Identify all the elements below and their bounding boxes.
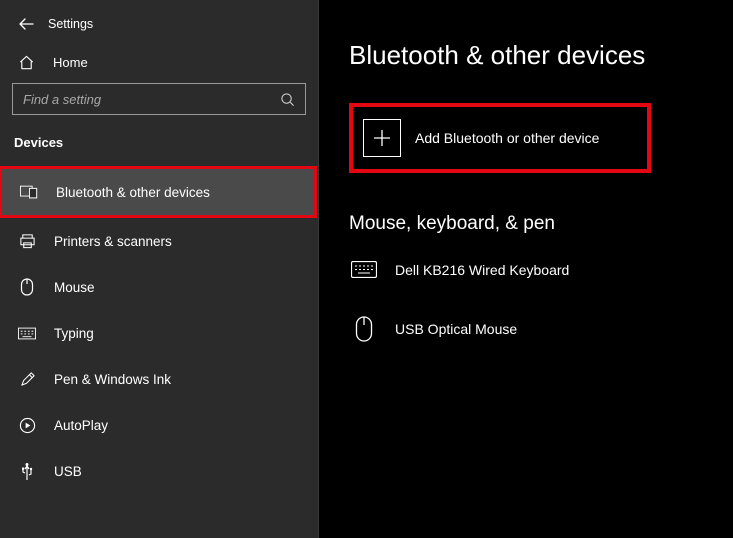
autoplay-icon xyxy=(18,417,36,434)
arrow-left-icon xyxy=(18,16,34,32)
sidebar: Settings Home Devices Bluetooth & other … xyxy=(0,0,319,538)
sidebar-header: Settings xyxy=(0,0,318,42)
back-button[interactable] xyxy=(18,16,34,32)
highlight-annotation: Bluetooth & other devices xyxy=(0,166,317,218)
section-header: Devices xyxy=(0,129,318,166)
nav-pen[interactable]: Pen & Windows Ink xyxy=(0,356,318,402)
nav-printers[interactable]: Printers & scanners xyxy=(0,218,318,264)
device-name: USB Optical Mouse xyxy=(395,321,517,337)
page-title: Bluetooth & other devices xyxy=(349,40,733,71)
devices-icon xyxy=(20,185,38,199)
home-label: Home xyxy=(53,55,88,70)
mouse-icon xyxy=(18,278,36,296)
nav-label: AutoPlay xyxy=(54,418,108,433)
device-row[interactable]: Dell KB216 Wired Keyboard xyxy=(349,251,733,306)
device-row[interactable]: USB Optical Mouse xyxy=(349,306,733,370)
nav-typing[interactable]: Typing xyxy=(0,310,318,356)
search-icon xyxy=(280,92,295,107)
nav-label: USB xyxy=(54,464,82,479)
printer-icon xyxy=(18,233,36,249)
highlight-annotation: Add Bluetooth or other device xyxy=(349,103,651,173)
home-link[interactable]: Home xyxy=(0,42,318,83)
keyboard-icon xyxy=(351,261,377,278)
add-device-button[interactable]: Add Bluetooth or other device xyxy=(363,119,599,157)
nav-label: Bluetooth & other devices xyxy=(56,185,210,200)
search-input[interactable] xyxy=(23,92,280,107)
home-icon xyxy=(18,54,35,71)
nav-mouse[interactable]: Mouse xyxy=(0,264,318,310)
section-title: Mouse, keyboard, & pen xyxy=(349,213,733,235)
content-panel: Bluetooth & other devices Add Bluetooth … xyxy=(319,0,733,538)
add-device-label: Add Bluetooth or other device xyxy=(415,130,599,146)
pen-icon xyxy=(18,371,36,388)
nav-label: Printers & scanners xyxy=(54,234,172,249)
keyboard-icon xyxy=(18,327,36,340)
nav-label: Typing xyxy=(54,326,94,341)
nav-bluetooth[interactable]: Bluetooth & other devices xyxy=(2,169,314,215)
plus-icon xyxy=(363,119,401,157)
nav-autoplay[interactable]: AutoPlay xyxy=(0,402,318,448)
nav-usb[interactable]: USB xyxy=(0,448,318,494)
device-name: Dell KB216 Wired Keyboard xyxy=(395,262,569,278)
search-box[interactable] xyxy=(12,83,306,115)
nav-label: Mouse xyxy=(54,280,95,295)
window-title: Settings xyxy=(48,17,93,31)
usb-icon xyxy=(18,462,36,481)
mouse-icon xyxy=(351,316,377,342)
nav-label: Pen & Windows Ink xyxy=(54,372,171,387)
search-container xyxy=(0,83,318,129)
